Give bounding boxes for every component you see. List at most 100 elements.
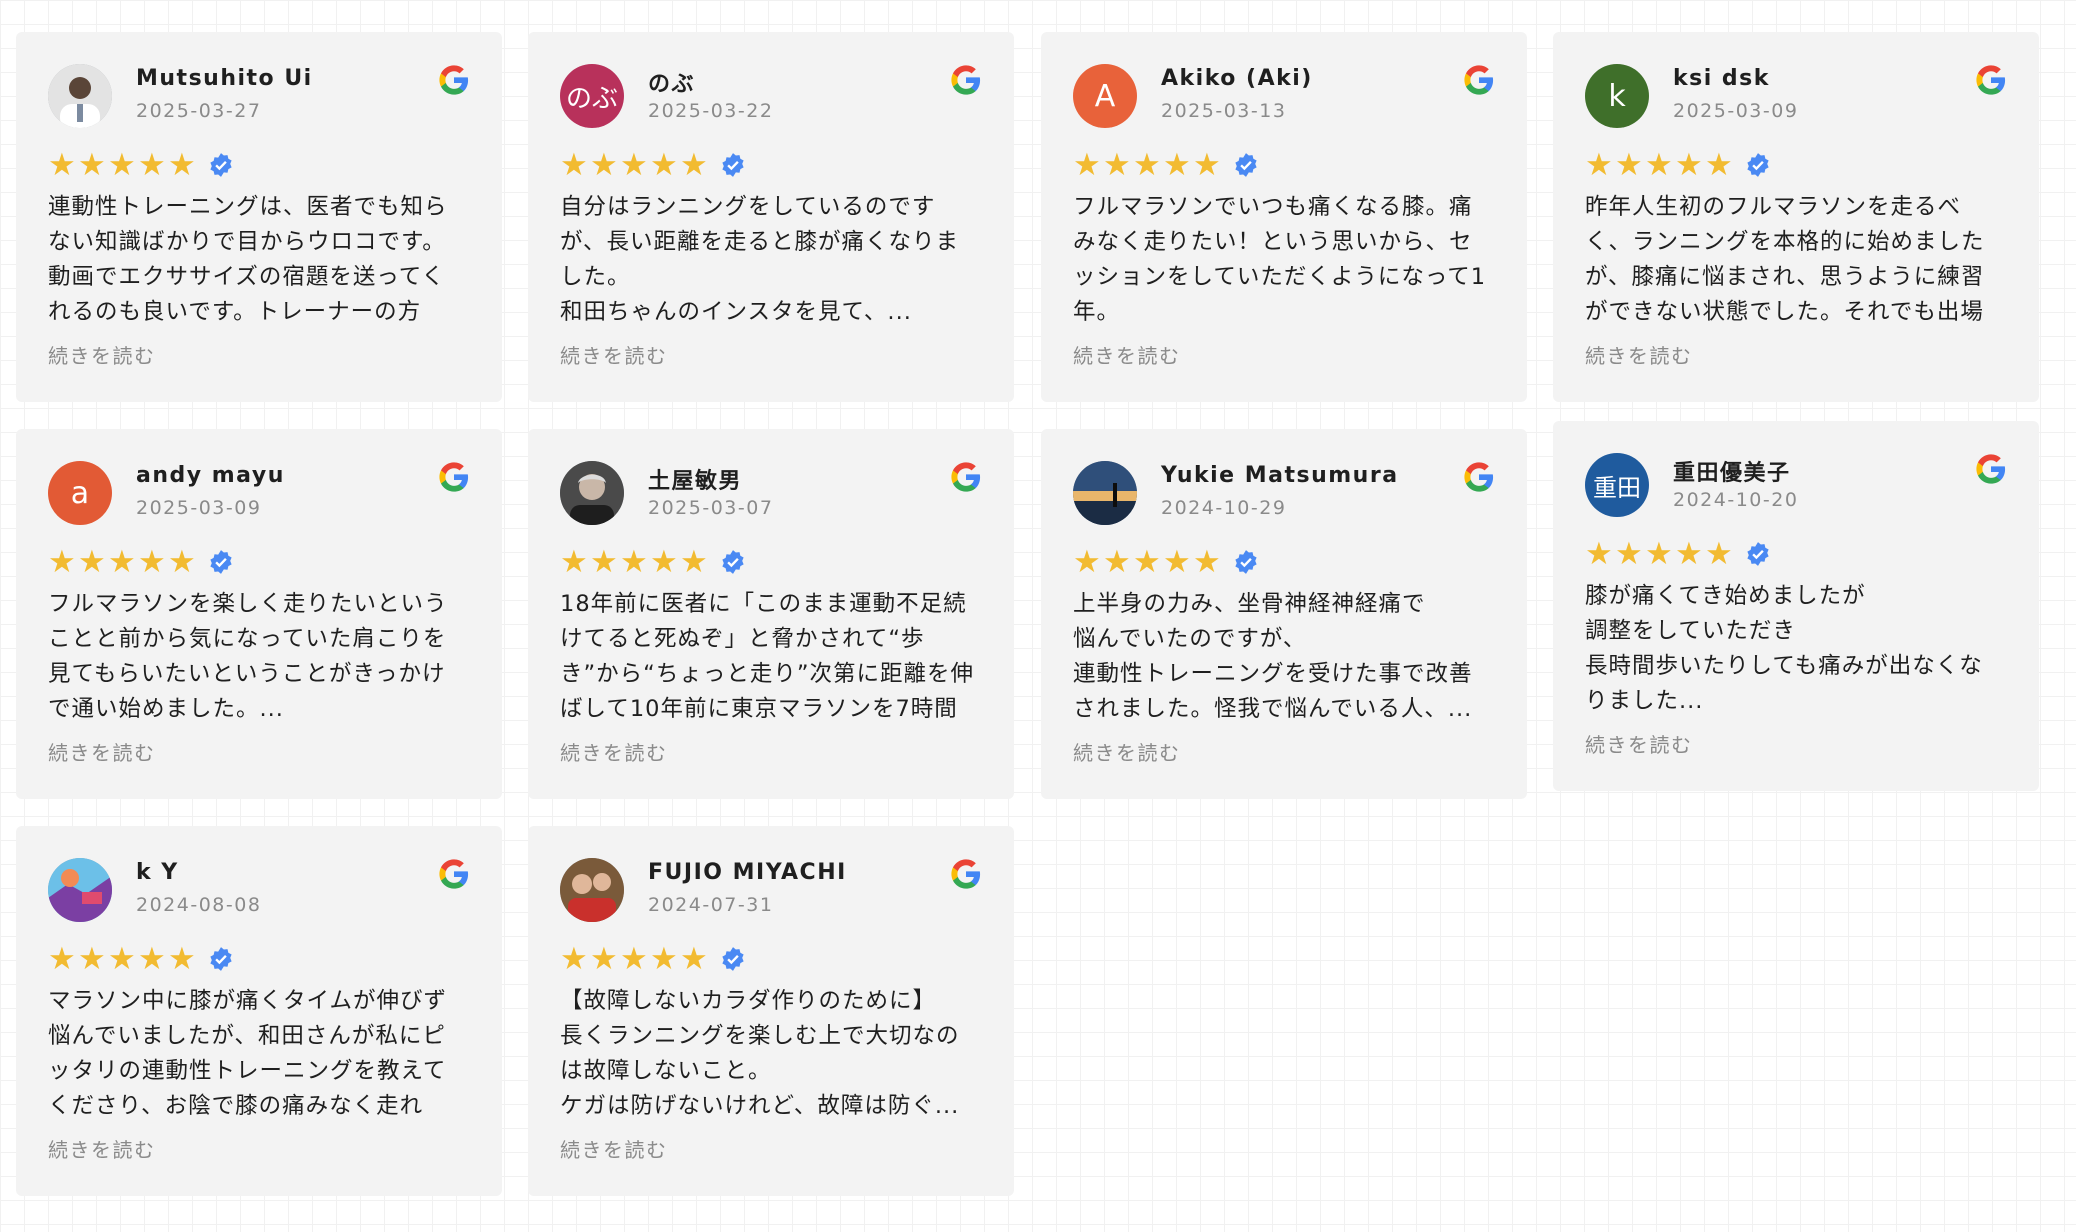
star-icon: ★ (1645, 147, 1673, 183)
verified-badge-icon (720, 549, 746, 575)
google-icon (1463, 461, 1495, 493)
reviewer-name: FUJIO MIYACHI (648, 860, 847, 885)
review-card: のぶ のぶ 2025-03-22 ★ ★ ★ ★ ★ 自分はランニングをしているのですが… (528, 32, 1014, 402)
read-more-link[interactable]: 続きを読む (1585, 729, 1693, 758)
review-date: 2024-10-20 (1673, 489, 1799, 511)
review-date: 2025-03-27 (136, 100, 262, 122)
avatar: k (1585, 64, 1649, 128)
google-icon (438, 64, 470, 96)
avatar: 重田 (1585, 453, 1649, 517)
star-icon: ★ (620, 544, 648, 580)
star-icon: ★ (78, 147, 106, 183)
star-icon: ★ (680, 941, 708, 977)
verified-badge-icon (720, 946, 746, 972)
avatar (560, 858, 624, 922)
star-icon: ★ (168, 147, 196, 183)
review-text: 【故障しないカラダ作りのために】 長くランニングを楽しむ上で大切なのは故障しない… (560, 988, 960, 1119)
star-rating: ★ ★ ★ ★ ★ (1585, 537, 1771, 571)
avatar-initial: 重田 (1593, 473, 1641, 502)
star-icon: ★ (48, 544, 76, 580)
star-icon: ★ (620, 147, 648, 183)
review-text: 膝が痛くてき始めましたが 調整をしていただき 長時間歩いたりしても痛みが出なくな… (1585, 583, 1983, 714)
review-date: 2025-03-09 (136, 497, 262, 519)
star-icon: ★ (1675, 536, 1703, 572)
review-card: Mutsuhito Ui 2025-03-27 ★ ★ ★ ★ ★ 連動性トレーニングは… (16, 32, 502, 402)
avatar (48, 858, 112, 922)
read-more-link[interactable]: 続きを読む (48, 340, 156, 369)
star-icon: ★ (590, 941, 618, 977)
review-card: 重田 重田優美子 2024-10-20 ★ ★ ★ ★ ★ 膝が痛くてき始めましたが 調… (1553, 421, 2039, 791)
star-icon: ★ (138, 941, 166, 977)
google-icon (950, 461, 982, 493)
avatar-initial: a (70, 475, 90, 511)
review-text: フルマラソンを楽しく走りたいということと前から気になっていた肩こりを見てもらいた… (48, 591, 448, 722)
avatar-initial: k (1608, 78, 1626, 114)
star-icon: ★ (1163, 147, 1191, 183)
star-rating: ★ ★ ★ ★ ★ (48, 942, 234, 976)
star-icon: ★ (138, 544, 166, 580)
read-more-link[interactable]: 続きを読む (48, 1134, 156, 1163)
star-icon: ★ (1615, 536, 1643, 572)
star-icon: ★ (650, 544, 678, 580)
star-icon: ★ (560, 544, 588, 580)
review-text: 連動性トレーニングは、医者でも知らない知識ばかりで目からウロコです。 動画でエク… (48, 194, 448, 325)
star-icon: ★ (1193, 147, 1221, 183)
reviewer-name: 重田優美子 (1673, 461, 1791, 486)
review-card: a andy mayu 2025-03-09 ★ ★ ★ ★ ★ フルマラソンを楽しく走… (16, 429, 502, 799)
review-card: Yukie Matsumura 2024-10-29 ★ ★ ★ ★ ★ 上半身の力み、… (1041, 429, 1527, 799)
review-date: 2024-10-29 (1161, 497, 1287, 519)
star-icon: ★ (78, 941, 106, 977)
read-more-link[interactable]: 続きを読む (1073, 737, 1181, 766)
google-icon (950, 858, 982, 890)
read-more-link[interactable]: 続きを読む (48, 737, 156, 766)
avatar-initial: のぶ (565, 83, 618, 114)
reviewer-name: Akiko (Aki) (1161, 66, 1313, 91)
verified-badge-icon (1745, 541, 1771, 567)
star-icon: ★ (1133, 544, 1161, 580)
star-icon: ★ (1675, 147, 1703, 183)
star-icon: ★ (1103, 147, 1131, 183)
star-icon: ★ (168, 544, 196, 580)
read-more-link[interactable]: 続きを読む (560, 1134, 668, 1163)
verified-badge-icon (1233, 549, 1259, 575)
star-icon: ★ (1585, 147, 1613, 183)
reviewer-name: Yukie Matsumura (1161, 463, 1399, 488)
reviewer-name: Mutsuhito Ui (136, 66, 313, 91)
review-date: 2024-07-31 (648, 894, 774, 916)
reviews-grid: Mutsuhito Ui 2025-03-27 ★ ★ ★ ★ ★ 連動性トレーニングは… (0, 0, 2076, 1232)
avatar: a (48, 461, 112, 525)
star-rating: ★ ★ ★ ★ ★ (1585, 148, 1771, 182)
star-icon: ★ (1133, 147, 1161, 183)
google-icon (950, 64, 982, 96)
star-icon: ★ (1645, 536, 1673, 572)
star-icon: ★ (48, 941, 76, 977)
star-icon: ★ (620, 941, 648, 977)
google-icon (1975, 453, 2007, 485)
star-rating: ★ ★ ★ ★ ★ (1073, 545, 1259, 579)
avatar (1073, 461, 1137, 525)
star-icon: ★ (168, 941, 196, 977)
review-card: k ksi dsk 2025-03-09 ★ ★ ★ ★ ★ 昨年人生初のフルマラソンを… (1553, 32, 2039, 402)
read-more-link[interactable]: 続きを読む (1585, 340, 1693, 369)
verified-badge-icon (720, 152, 746, 178)
read-more-link[interactable]: 続きを読む (1073, 340, 1181, 369)
star-icon: ★ (78, 544, 106, 580)
review-text: フルマラソンでいつも痛くなる膝。痛みなく走りたい！という思いから、セッションをし… (1073, 194, 1487, 325)
read-more-link[interactable]: 続きを読む (560, 340, 668, 369)
reviewer-name: k Y (136, 860, 179, 885)
read-more-link[interactable]: 続きを読む (560, 737, 668, 766)
reviewer-name: のぶ (648, 72, 696, 97)
review-card: k Y 2024-08-08 ★ ★ ★ ★ ★ マラソン中に膝が痛くタイムが伸びず悩ん… (16, 826, 502, 1196)
star-icon: ★ (650, 941, 678, 977)
star-icon: ★ (108, 941, 136, 977)
star-icon: ★ (108, 544, 136, 580)
review-date: 2025-03-22 (648, 100, 774, 122)
star-icon: ★ (590, 544, 618, 580)
review-text: 自分はランニングをしているのですが、長い距離を走ると膝が痛くなりました。 和田ち… (560, 194, 960, 325)
review-date: 2025-03-09 (1673, 100, 1799, 122)
review-card: FUJIO MIYACHI 2024-07-31 ★ ★ ★ ★ ★ 【故障しないカラダ… (528, 826, 1014, 1196)
star-rating: ★ ★ ★ ★ ★ (1073, 148, 1259, 182)
star-icon: ★ (1193, 544, 1221, 580)
star-icon: ★ (590, 147, 618, 183)
star-icon: ★ (108, 147, 136, 183)
